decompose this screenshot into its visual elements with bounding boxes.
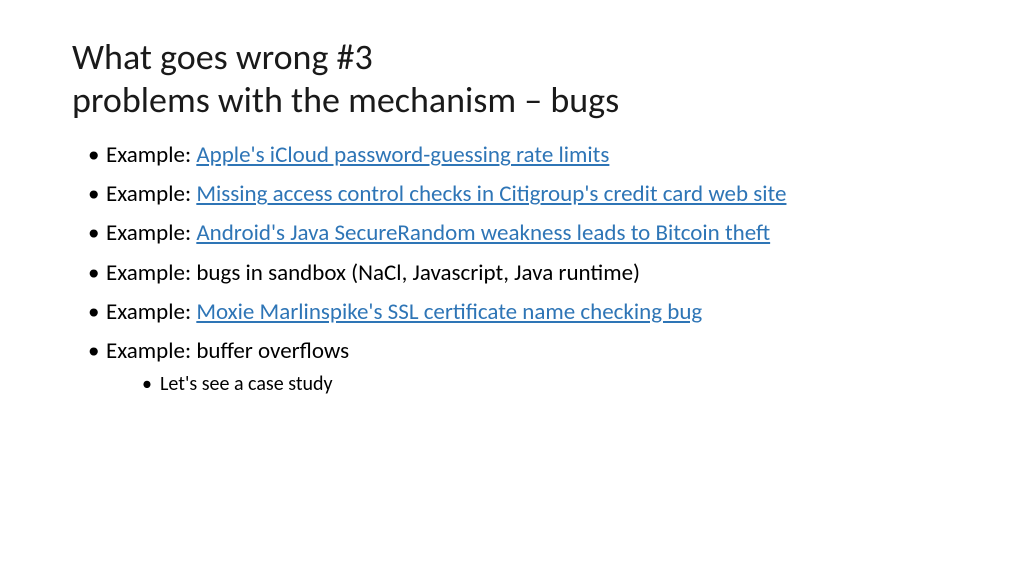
bullet-prefix: Example: xyxy=(106,219,196,247)
slide-title: What goes wrong #3 problems with the mec… xyxy=(72,36,952,122)
list-item: Example: Missing access control checks i… xyxy=(88,179,952,210)
sub-list-item: Let's see a case study xyxy=(142,371,952,397)
bullet-prefix: Example: xyxy=(106,141,196,169)
sub-list: Let's see a case study xyxy=(106,371,952,397)
list-item: Example: Apple's iCloud password-guessin… xyxy=(88,140,952,171)
bullet-link[interactable]: Missing access control checks in Citigro… xyxy=(196,180,786,208)
bullet-prefix: Example: xyxy=(106,180,196,208)
title-line-2: problems with the mechanism – bugs xyxy=(72,78,619,122)
bullet-link[interactable]: Android's Java SecureRandom weakness lea… xyxy=(196,219,770,247)
sub-bullet-text: Let's see a case study xyxy=(160,372,333,396)
bullet-link[interactable]: Apple's iCloud password-guessing rate li… xyxy=(196,141,609,169)
bullet-text: bugs in sandbox (NaCl, Javascript, Java … xyxy=(196,259,640,287)
list-item: Example: Android's Java SecureRandom wea… xyxy=(88,218,952,249)
list-item: Example: buffer overflows Let's see a ca… xyxy=(88,336,952,397)
bullet-text: buffer overflows xyxy=(196,337,349,365)
bullet-list: Example: Apple's iCloud password-guessin… xyxy=(72,140,952,396)
bullet-prefix: Example: xyxy=(106,298,196,326)
bullet-link[interactable]: Moxie Marlinspike's SSL certificate name… xyxy=(196,298,702,326)
list-item: Example: Moxie Marlinspike's SSL certifi… xyxy=(88,297,952,328)
bullet-prefix: Example: xyxy=(106,337,196,365)
bullet-prefix: Example: xyxy=(106,259,196,287)
list-item: Example: bugs in sandbox (NaCl, Javascri… xyxy=(88,258,952,289)
title-line-1: What goes wrong #3 xyxy=(72,35,373,79)
